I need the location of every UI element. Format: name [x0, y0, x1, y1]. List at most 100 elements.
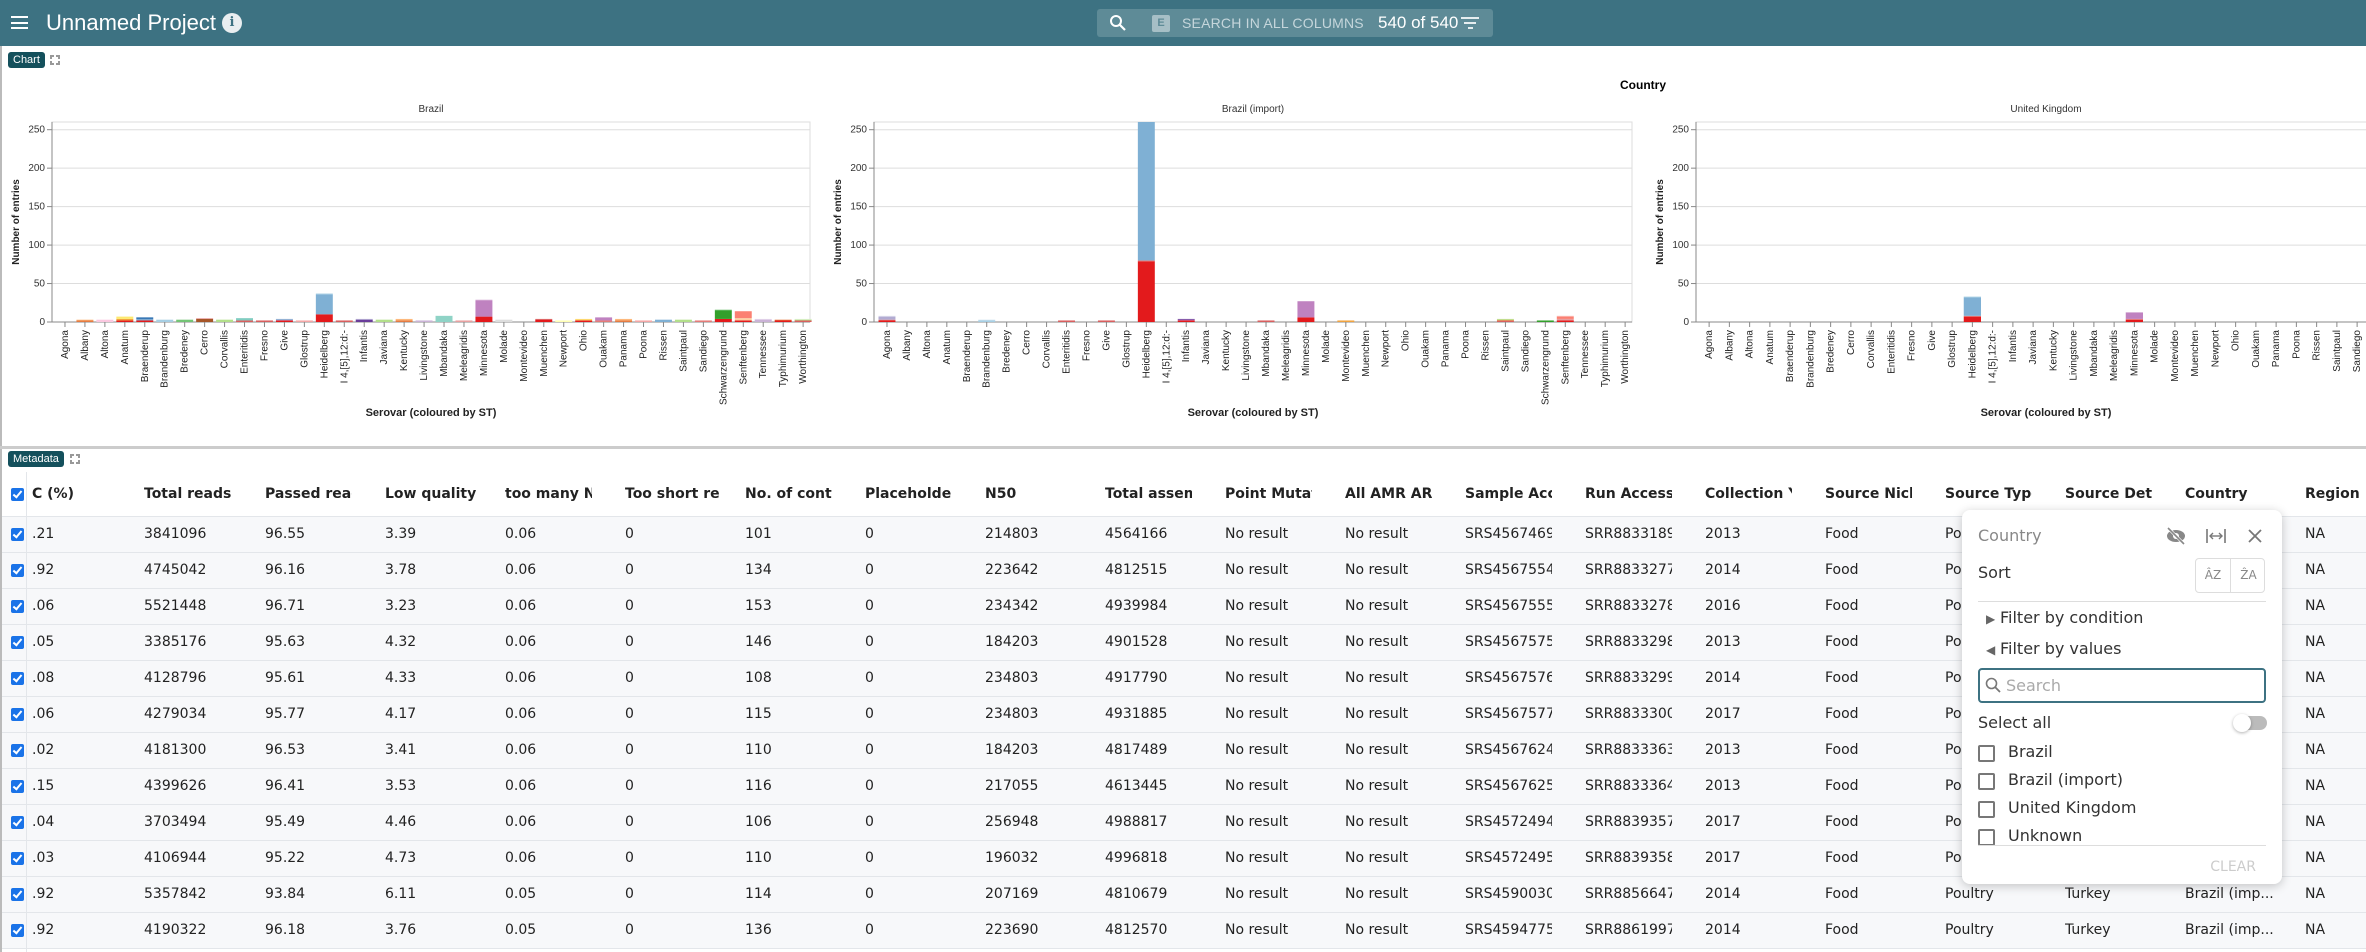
column-header[interactable]: Sample Accession [1465, 472, 1552, 517]
global-search-input[interactable]: SEARCH IN ALL COLUMNS [1182, 15, 1364, 31]
row-select-checkbox[interactable] [11, 888, 24, 901]
column-header[interactable]: Run Accession [1585, 472, 1672, 517]
column-header[interactable]: Region [2305, 472, 2365, 517]
filter-icon[interactable] [1461, 17, 1479, 29]
column-header[interactable]: Passed reads [265, 472, 352, 517]
bar-segment [395, 320, 413, 322]
table-cell: 2017 [1705, 814, 1741, 830]
info-icon[interactable]: i [222, 13, 242, 33]
table-cell: 0 [625, 598, 634, 614]
search-mode-badge[interactable]: E [1152, 15, 1170, 32]
column-header[interactable]: Source Niche [1825, 472, 1912, 517]
table-cell: SRR8861997 [1585, 922, 1672, 938]
close-icon[interactable] [2246, 526, 2264, 546]
y-tick-label: 50 [1678, 279, 1690, 290]
filter-values-search-input[interactable]: Search [1978, 668, 2266, 703]
bar-segment [1097, 320, 1115, 322]
table-cell: NA [2305, 598, 2326, 614]
x-tick-label: Cerro [200, 330, 211, 355]
table-cell: 4.46 [385, 814, 417, 830]
row-select-checkbox[interactable] [11, 780, 24, 793]
bar-segment [2125, 319, 2143, 322]
x-tick-label: Rissen [658, 330, 669, 361]
bar-segment [774, 320, 792, 322]
row-select-checkbox[interactable] [11, 564, 24, 577]
row-select-checkbox[interactable] [11, 708, 24, 721]
row-select-checkbox[interactable] [11, 636, 24, 649]
bar-segment [96, 319, 114, 322]
x-tick-label: Montevideo [2170, 330, 2181, 382]
table-cell: No result [1225, 742, 1289, 758]
option-checkbox[interactable] [1978, 745, 1995, 762]
table-cell: 3385176 [144, 634, 207, 650]
option-checkbox[interactable] [1978, 773, 1995, 790]
hide-column-icon[interactable] [2165, 526, 2187, 546]
x-tick-label: Sandiego [698, 330, 709, 373]
column-header[interactable]: Point Mutations [1225, 472, 1312, 517]
x-tick-label: Bredeney [1002, 330, 1013, 373]
column-header[interactable]: No. of contigs [745, 472, 832, 517]
table-cell: 4106944 [144, 850, 207, 866]
chart-0: Brazil 0 50 100 150 200 250 Number of entries Se… [11, 104, 812, 419]
column-header[interactable]: All AMR ARIBA [1345, 472, 1432, 517]
column-header[interactable]: C (%) [32, 472, 112, 517]
filter-by-values-toggle[interactable]: ◀ Filter by values [1986, 639, 2121, 658]
bar-segment [1963, 316, 1981, 322]
option-checkbox[interactable] [1978, 801, 1995, 818]
x-tick-label: Corvallis [1866, 330, 1877, 368]
filter-value-option[interactable]: Brazil [1978, 742, 2258, 764]
x-tick-label: Rissen [1480, 330, 1491, 361]
column-header[interactable]: Total reads [144, 472, 252, 517]
sort-descending-button[interactable]: ẐA [2231, 559, 2266, 592]
global-search-bar[interactable]: E SEARCH IN ALL COLUMNS 540 of 540 [1097, 9, 1493, 37]
row-select-checkbox[interactable] [11, 528, 24, 541]
column-header[interactable]: too many Ns [505, 472, 592, 517]
x-tick-label: Schwarzengrund [718, 330, 729, 405]
table-cell: 93.84 [265, 886, 306, 902]
filter-value-option[interactable]: United Kingdom [1978, 798, 2258, 820]
column-header[interactable]: Too short reads [625, 472, 720, 517]
serovar-charts: Country Brazil 0 50 100 150 200 250 Number of e… [11, 78, 2366, 419]
column-header[interactable]: Placeholders [865, 472, 952, 517]
bar-segment [794, 319, 812, 321]
column-header[interactable]: Collection Year [1705, 472, 1792, 517]
row-select-checkbox[interactable] [11, 924, 24, 937]
bar-segment [236, 318, 253, 321]
table-cell: No result [1345, 634, 1409, 650]
row-select-checkbox[interactable] [11, 816, 24, 829]
table-cell: NA [2305, 526, 2326, 542]
table-cell: No result [1225, 886, 1289, 902]
select-all-toggle[interactable] [2233, 714, 2267, 732]
column-header[interactable]: Total assembly [1105, 472, 1192, 517]
table-row[interactable]: .92 4190322 96.18 3.76 0.05 0 136 0 223690 481257… [2, 913, 2366, 949]
row-select-checkbox[interactable] [11, 600, 24, 613]
select-all-rows-checkbox[interactable] [11, 488, 24, 501]
row-select-checkbox[interactable] [11, 744, 24, 757]
row-select-checkbox[interactable] [11, 852, 24, 865]
sort-ascending-button[interactable]: ÂZ [2196, 559, 2231, 592]
table-cell: 2013 [1705, 742, 1741, 758]
row-select-checkbox[interactable] [11, 672, 24, 685]
hamburger-menu-icon[interactable] [11, 16, 28, 29]
table-cell: SRR8833189 [1585, 526, 1672, 542]
table-cell: 4.32 [385, 634, 417, 650]
clear-filter-button[interactable]: CLEAR [2210, 859, 2256, 875]
table-cell: 0.06 [505, 742, 537, 758]
expand-icon[interactable] [50, 55, 60, 65]
table-cell: 4988817 [1105, 814, 1168, 830]
expand-icon[interactable] [70, 454, 80, 464]
filter-value-option[interactable]: Brazil (import) [1978, 770, 2258, 792]
table-cell: Poultry [1945, 922, 1994, 938]
column-header[interactable]: Low quality [385, 472, 480, 517]
autosize-column-icon[interactable] [2205, 526, 2227, 546]
table-cell: No result [1345, 850, 1409, 866]
bar-segment [878, 319, 896, 321]
x-tick-label: Livingstone [2069, 330, 2080, 381]
option-checkbox[interactable] [1978, 829, 1995, 846]
filter-by-condition-toggle[interactable]: ▶ Filter by condition [1986, 608, 2143, 627]
bar-segment [978, 319, 996, 321]
column-header[interactable]: N50 [985, 472, 1085, 517]
x-tick-label: Give [279, 330, 290, 351]
table-cell: 0 [625, 562, 634, 578]
bar-segment [1963, 296, 1981, 298]
